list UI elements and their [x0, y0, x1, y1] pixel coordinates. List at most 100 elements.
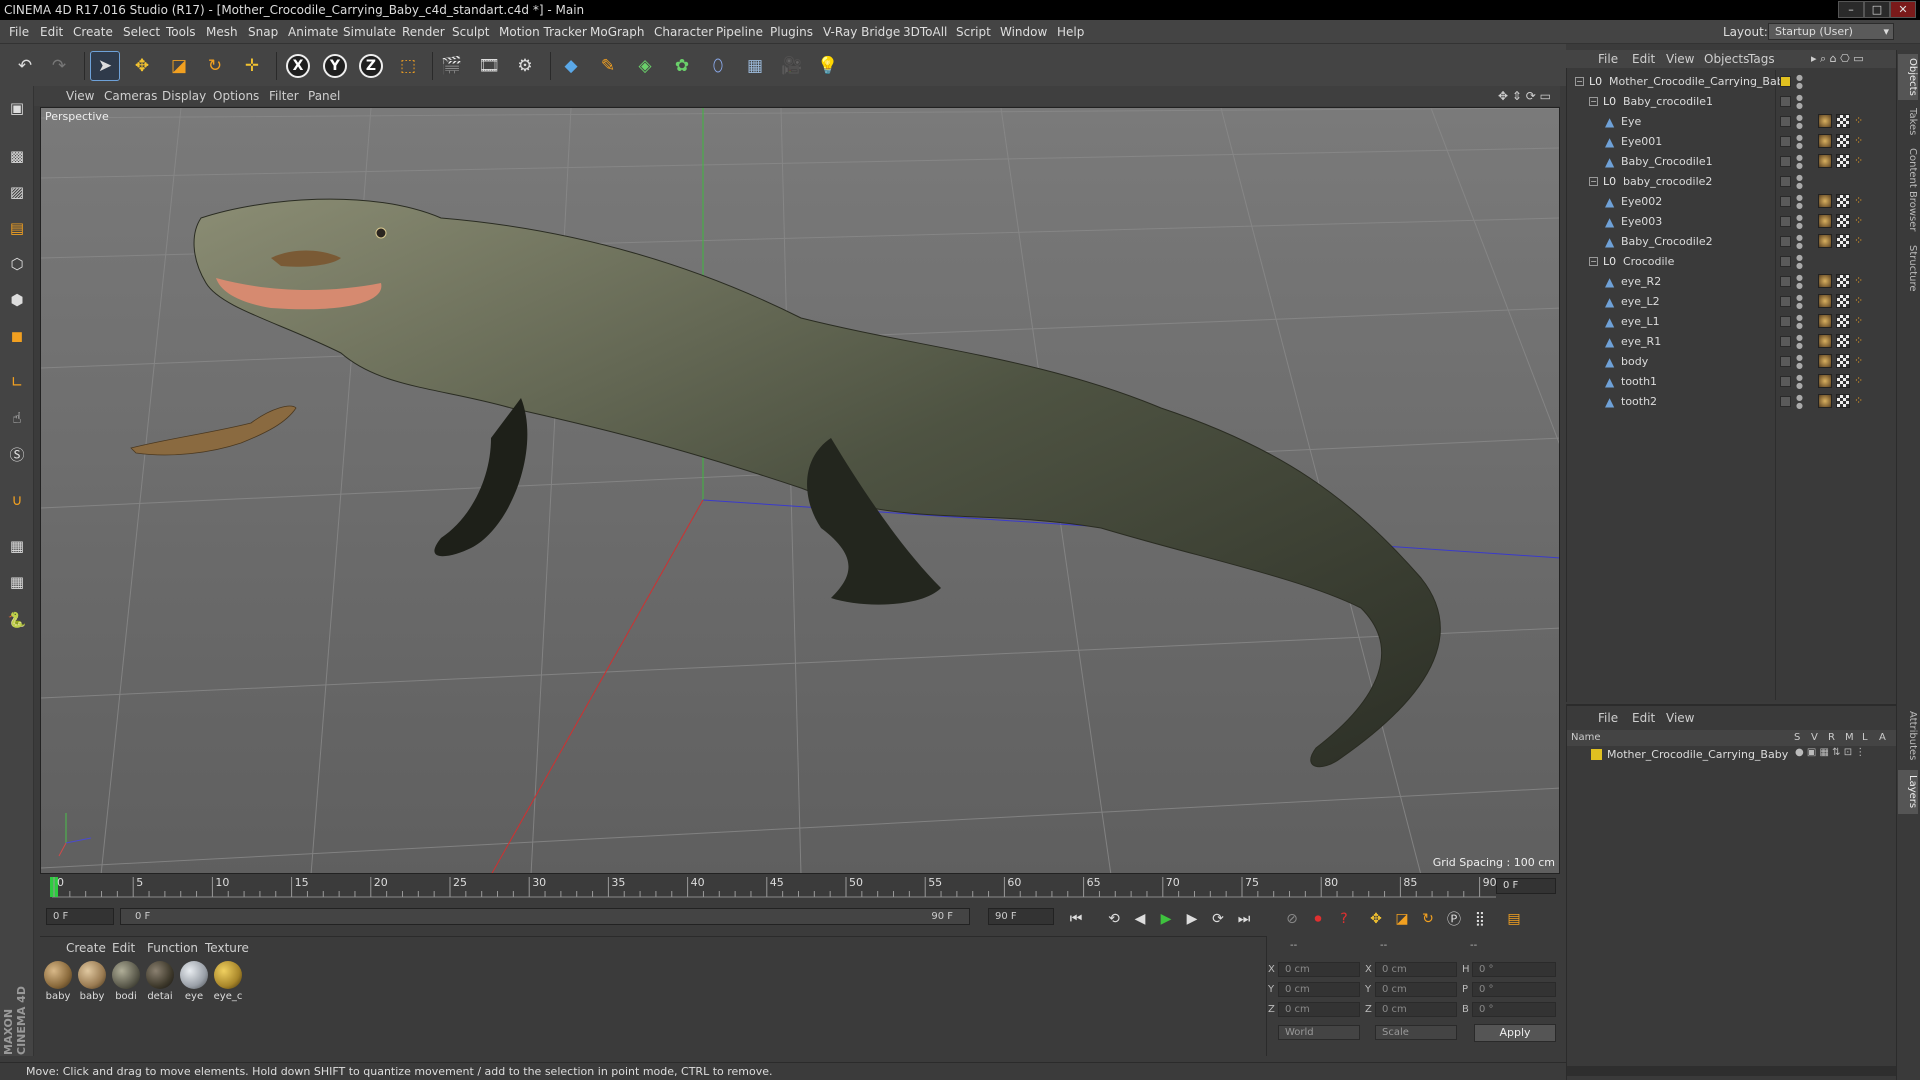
menu-script[interactable]: Script [956, 25, 991, 39]
workplane-icon[interactable]: ▦ [3, 568, 31, 596]
start-frame-field[interactable]: 0 F [46, 908, 114, 925]
object-row[interactable]: ▲ tooth2 [1567, 392, 1767, 412]
timeline-ruler[interactable]: 0 5 10 15 20 25 30 35 40 45 50 55 60 65 70 75 80 85 90 [40, 875, 1560, 901]
coordinate-mode-select[interactable]: World [1278, 1025, 1360, 1040]
visibility-dots-icon[interactable]: ● ● [1796, 234, 1803, 250]
x-axis-icon[interactable]: X [283, 51, 313, 81]
object-row[interactable]: − L0 Crocodile [1567, 252, 1767, 272]
undo-icon[interactable]: ↶ [10, 51, 40, 81]
visibility-dots-icon[interactable]: ● ● [1796, 74, 1803, 90]
deformer-icon[interactable]: ⬯ [703, 51, 733, 81]
material-swatch[interactable]: baby [42, 961, 74, 1005]
minimize-button[interactable]: – [1838, 1, 1864, 18]
menu-edit[interactable]: Edit [40, 25, 63, 39]
visibility-dots-icon[interactable]: ● ● [1796, 274, 1803, 290]
material-menu-texture[interactable]: Texture [205, 941, 249, 955]
expand-toggle-icon[interactable]: − [1589, 97, 1598, 106]
menu-character[interactable]: Character [654, 25, 713, 39]
uvw-tag-icon[interactable] [1836, 154, 1850, 168]
phong-tag-icon[interactable]: ⁘ [1854, 194, 1863, 207]
object-row[interactable]: ▲ Baby_Crocodile1 [1567, 152, 1767, 172]
material-swatch[interactable]: baby [76, 961, 108, 1005]
phong-tag-icon[interactable]: ⁘ [1854, 314, 1863, 327]
material-swatch[interactable]: eye_c [212, 961, 244, 1005]
tab-structure[interactable]: Structure [1898, 240, 1918, 296]
menu-animate[interactable]: Animate [288, 25, 338, 39]
menu-simulate[interactable]: Simulate [343, 25, 396, 39]
key-parameter-icon[interactable]: Ⓟ [1442, 907, 1466, 931]
phong-tag-icon[interactable]: ⁘ [1854, 134, 1863, 147]
go-to-start-icon[interactable]: ⏮ [1064, 907, 1088, 931]
python-icon[interactable]: 🐍 [3, 606, 31, 634]
material-tag-icon[interactable] [1818, 294, 1832, 308]
camera-icon[interactable]: 🎥 [777, 51, 807, 81]
menu-create[interactable]: Create [73, 25, 113, 39]
material-tag-icon[interactable] [1818, 134, 1832, 148]
uvw-tag-icon[interactable] [1836, 214, 1850, 228]
go-to-end-icon[interactable]: ⏭ [1232, 907, 1256, 931]
object-row[interactable]: ▲ Eye001 [1567, 132, 1767, 152]
layer-dot-icon[interactable] [1780, 196, 1791, 207]
tab-objects[interactable]: Objects [1898, 54, 1918, 100]
layer-dot-icon[interactable] [1780, 116, 1791, 127]
object-menu-tags[interactable]: Tags [1748, 52, 1775, 66]
uvw-tag-icon[interactable] [1836, 394, 1850, 408]
expand-toggle-icon[interactable]: − [1589, 257, 1598, 266]
make-editable-icon[interactable]: ▣ [3, 94, 31, 122]
points-mode-icon[interactable]: ⬡ [3, 250, 31, 278]
size-z-field[interactable]: 0 cm [1375, 1002, 1457, 1017]
menu-render[interactable]: Render [402, 25, 445, 39]
uvw-tag-icon[interactable] [1836, 334, 1850, 348]
apply-button[interactable]: Apply [1474, 1024, 1556, 1042]
layer-dot-icon[interactable] [1780, 356, 1791, 367]
layer-color-swatch[interactable] [1591, 749, 1602, 760]
y-axis-icon[interactable]: Y [320, 51, 350, 81]
object-row[interactable]: ▲ eye_R2 [1567, 272, 1767, 292]
render-picture-viewer-icon[interactable]: 🎞 [474, 51, 504, 81]
menu-pipeline[interactable]: Pipeline [716, 25, 763, 39]
workplane-mode-icon[interactable]: ▤ [3, 214, 31, 242]
layer-dot-icon[interactable] [1780, 136, 1791, 147]
phong-tag-icon[interactable]: ⁘ [1854, 114, 1863, 127]
rotation-p-field[interactable]: 0 ° [1472, 982, 1556, 997]
workplane-lock-icon[interactable]: ▦ [3, 532, 31, 560]
visibility-dots-icon[interactable]: ● ● [1796, 254, 1803, 270]
object-menu-objects[interactable]: Objects [1704, 52, 1749, 66]
object-menu-edit[interactable]: Edit [1632, 52, 1655, 66]
rotation-b-field[interactable]: 0 ° [1472, 1002, 1556, 1017]
visibility-dots-icon[interactable]: ● ● [1796, 94, 1803, 110]
end-frame-field[interactable]: 90 F [988, 908, 1054, 925]
layer-menu-file[interactable]: File [1598, 711, 1618, 725]
object-row[interactable]: ▲ Baby_Crocodile2 [1567, 232, 1767, 252]
layout-select[interactable]: Startup (User) ▾ [1768, 23, 1894, 40]
viewport-menu-view[interactable]: View [66, 89, 94, 103]
layer-dot-icon[interactable] [1780, 216, 1791, 227]
material-menu-create[interactable]: Create [66, 941, 106, 955]
visibility-dots-icon[interactable]: ● ● [1796, 154, 1803, 170]
object-row[interactable]: − L0 Baby_crocodile1 [1567, 92, 1767, 112]
object-row[interactable]: − L0 baby_crocodile2 [1567, 172, 1767, 192]
layer-dot-icon[interactable] [1780, 76, 1791, 87]
edges-mode-icon[interactable]: ⬢ [3, 286, 31, 314]
next-key-icon[interactable]: ⟳ [1206, 907, 1230, 931]
size-y-field[interactable]: 0 cm [1375, 982, 1457, 997]
uvw-tag-icon[interactable] [1836, 134, 1850, 148]
object-menu-view[interactable]: View [1666, 52, 1694, 66]
phong-tag-icon[interactable]: ⁘ [1854, 394, 1863, 407]
auto-keying-icon[interactable]: ? [1332, 907, 1356, 931]
transform-tool-icon[interactable]: ✛ [237, 51, 267, 81]
material-tag-icon[interactable] [1818, 274, 1832, 288]
magnet-icon[interactable]: ∪ [3, 486, 31, 514]
render-view-icon[interactable]: 🎬 [437, 51, 467, 81]
layer-dot-icon[interactable] [1780, 396, 1791, 407]
viewport-menu-display[interactable]: Display [162, 89, 206, 103]
material-swatch[interactable]: eye [178, 961, 210, 1005]
phong-tag-icon[interactable]: ⁘ [1854, 374, 1863, 387]
material-tag-icon[interactable] [1818, 394, 1832, 408]
material-tag-icon[interactable] [1818, 214, 1832, 228]
position-z-field[interactable]: 0 cm [1278, 1002, 1360, 1017]
object-manager-tools-icons[interactable]: ▸ ⌕ ⌂ ⎔ ▭ [1811, 52, 1864, 66]
light-icon[interactable]: 💡 [813, 51, 843, 81]
phong-tag-icon[interactable]: ⁘ [1854, 214, 1863, 227]
object-row[interactable]: − L0 Mother_Crocodile_Carrying_Baby [1567, 72, 1790, 92]
